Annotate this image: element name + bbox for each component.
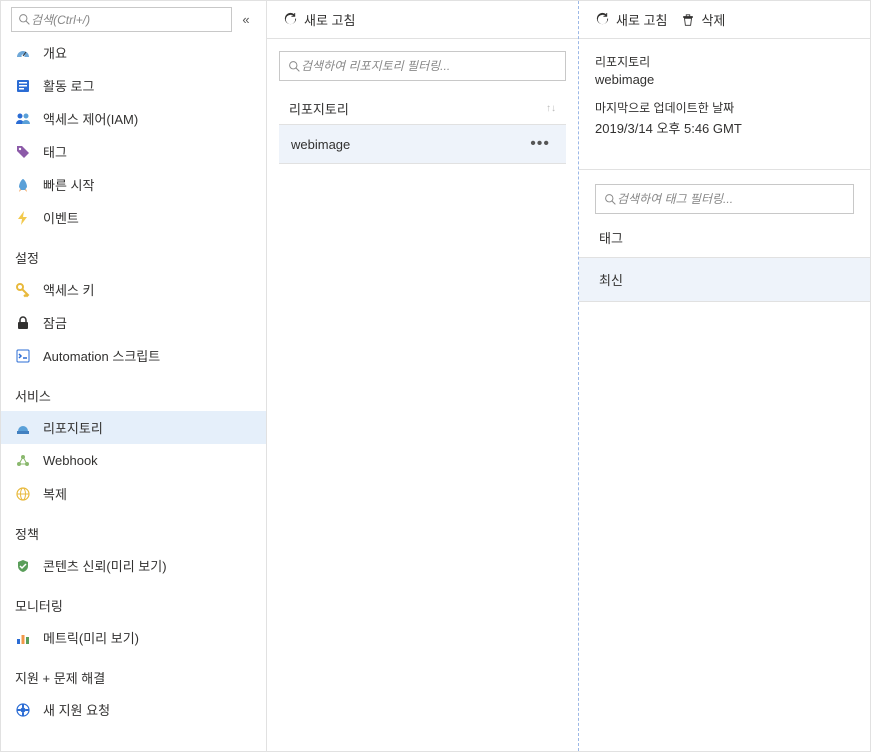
script-icon — [15, 348, 31, 364]
sidebar-item-label: 개요 — [43, 43, 67, 62]
sidebar-section-title: 서비스 — [1, 372, 266, 411]
chart-icon — [15, 630, 31, 646]
sidebar-item-chart[interactable]: 메트릭(미리 보기) — [1, 621, 266, 654]
key-icon — [15, 282, 31, 298]
sidebar-section-title: 설정 — [1, 234, 266, 273]
repo-toolbar: 새로 고침 — [267, 1, 578, 39]
search-input[interactable] — [31, 13, 225, 27]
sidebar-item-label: 새 지원 요청 — [43, 700, 110, 719]
search-box[interactable] — [11, 7, 232, 32]
sidebar-section-title: 정책 — [1, 510, 266, 549]
updated-value: 2019/3/14 오후 5:46 GMT — [595, 118, 854, 137]
support-icon — [15, 702, 31, 718]
sidebar-item-tag[interactable]: 태그 — [1, 135, 266, 168]
globe-icon — [15, 486, 31, 502]
repo-detail-panel: 새로 고침 삭제 리포지토리 webimage 마지막으로 업데이트한 날짜 2… — [579, 1, 870, 751]
tag-row[interactable]: 최신 — [579, 257, 870, 302]
sidebar: « 개요 활동 로그 액세스 제어(IAM) 태그 빠른 시작 이벤트 설정 액… — [1, 1, 267, 751]
sidebar-item-people[interactable]: 액세스 제어(IAM) — [1, 102, 266, 135]
tag-filter-box[interactable] — [595, 184, 854, 214]
sidebar-item-label: 콘텐츠 신뢰(미리 보기) — [43, 556, 167, 575]
sidebar-item-log[interactable]: 활동 로그 — [1, 69, 266, 102]
bolt-icon — [15, 210, 31, 226]
refresh-label: 새로 고침 — [616, 10, 667, 29]
refresh-button[interactable]: 새로 고침 — [279, 6, 359, 33]
delete-button[interactable]: 삭제 — [677, 6, 729, 33]
search-icon — [18, 13, 31, 26]
trash-icon — [681, 13, 695, 27]
refresh-icon — [283, 12, 298, 27]
search-icon — [604, 193, 617, 206]
sidebar-item-rocket[interactable]: 빠른 시작 — [1, 168, 266, 201]
sidebar-section-title: 지원 + 문제 해결 — [1, 654, 266, 693]
detail-toolbar: 새로 고침 삭제 — [579, 1, 870, 39]
shield-icon — [15, 558, 31, 574]
sidebar-item-lock[interactable]: 잠금 — [1, 306, 266, 339]
sidebar-item-label: 태그 — [43, 142, 67, 161]
sidebar-item-globe[interactable]: 복제 — [1, 477, 266, 510]
people-icon — [15, 111, 31, 127]
sidebar-item-webhook[interactable]: Webhook — [1, 444, 266, 477]
sidebar-item-label: 이벤트 — [43, 208, 79, 227]
sort-icon: ↑↓ — [546, 103, 556, 114]
updated-label: 마지막으로 업데이트한 날짜 — [595, 99, 854, 116]
sidebar-item-gauge[interactable]: 개요 — [1, 36, 266, 69]
sidebar-item-label: 잠금 — [43, 313, 67, 332]
sidebar-item-script[interactable]: Automation 스크립트 — [1, 339, 266, 372]
repo-filter-box[interactable] — [279, 51, 566, 81]
repo-icon — [15, 420, 31, 436]
repo-value: webimage — [595, 72, 854, 87]
sidebar-item-label: Automation 스크립트 — [43, 346, 160, 365]
sidebar-item-label: 빠른 시작 — [43, 175, 94, 194]
lock-icon — [15, 315, 31, 331]
tag-name: 최신 — [599, 273, 623, 288]
repo-column-header[interactable]: 리포지토리 ↑↓ — [279, 93, 566, 124]
sidebar-item-label: Webhook — [43, 453, 98, 468]
sidebar-item-repo[interactable]: 리포지토리 — [1, 411, 266, 444]
repo-list-panel: 새로 고침 리포지토리 ↑↓ webimage ••• — [267, 1, 579, 751]
tag-column-header[interactable]: 태그 — [579, 214, 870, 257]
repo-label: 리포지토리 — [595, 53, 854, 70]
sidebar-search-row: « — [1, 1, 266, 36]
sidebar-item-label: 메트릭(미리 보기) — [43, 628, 139, 647]
tag-filter-input[interactable] — [617, 192, 845, 206]
detail-body: 리포지토리 webimage 마지막으로 업데이트한 날짜 2019/3/14 … — [579, 39, 870, 163]
tag-section: 태그 최신 — [579, 169, 870, 302]
sidebar-item-label: 활동 로그 — [43, 76, 94, 95]
gauge-icon — [15, 45, 31, 61]
repo-name: webimage — [291, 137, 350, 152]
more-button[interactable]: ••• — [526, 135, 554, 153]
tag-icon — [15, 144, 31, 160]
log-icon — [15, 78, 31, 94]
rocket-icon — [15, 177, 31, 193]
delete-label: 삭제 — [701, 10, 725, 29]
webhook-icon — [15, 453, 31, 469]
sidebar-item-label: 리포지토리 — [43, 418, 103, 437]
sidebar-item-key[interactable]: 액세스 키 — [1, 273, 266, 306]
sidebar-section-title: 모니터링 — [1, 582, 266, 621]
sidebar-item-label: 액세스 제어(IAM) — [43, 109, 138, 128]
sidebar-item-support[interactable]: 새 지원 요청 — [1, 693, 266, 726]
repo-column-label: 리포지토리 — [289, 99, 349, 118]
search-icon — [288, 60, 301, 73]
refresh-label: 새로 고침 — [304, 10, 355, 29]
sidebar-item-label: 액세스 키 — [43, 280, 94, 299]
sidebar-item-bolt[interactable]: 이벤트 — [1, 201, 266, 234]
repo-filter-input[interactable] — [301, 59, 557, 73]
refresh-button[interactable]: 새로 고침 — [591, 6, 671, 33]
repo-row[interactable]: webimage ••• — [279, 124, 566, 164]
refresh-icon — [595, 12, 610, 27]
sidebar-item-label: 복제 — [43, 484, 67, 503]
sidebar-item-shield[interactable]: 콘텐츠 신뢰(미리 보기) — [1, 549, 266, 582]
collapse-sidebar-button[interactable]: « — [236, 12, 256, 27]
